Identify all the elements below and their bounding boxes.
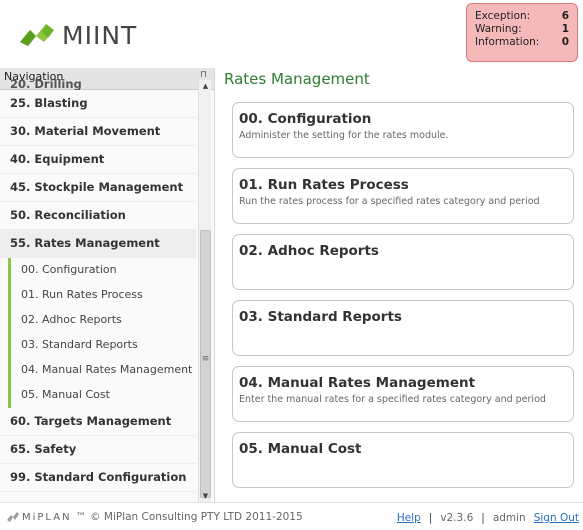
- nav-item-reconciliation[interactable]: 50. Reconciliation: [0, 202, 196, 230]
- information-count: 0: [561, 36, 569, 48]
- exception-count: 6: [561, 10, 569, 22]
- card-run-rates-process[interactable]: 01. Run Rates Process Run the rates proc…: [232, 168, 574, 224]
- warning-label: Warning:: [475, 23, 522, 35]
- nav-item-standard-configuration[interactable]: 99. Standard Configuration: [0, 464, 196, 492]
- navigation-scrollbar[interactable]: ▲ ≡ ▼: [198, 80, 211, 502]
- card-manual-cost[interactable]: 05. Manual Cost: [232, 432, 574, 488]
- card-title: 02. Adhoc Reports: [239, 243, 379, 259]
- card-description: Administer the setting for the rates mod…: [239, 130, 449, 141]
- nav-subitem-configuration[interactable]: 00. Configuration: [8, 258, 196, 283]
- footer-links: Help | v2.3.6 | admin Sign Out: [397, 512, 579, 524]
- help-link[interactable]: Help: [397, 512, 421, 524]
- card-standard-reports[interactable]: 03. Standard Reports: [232, 300, 574, 356]
- miplan-brand-text: MiPLAN: [22, 511, 72, 523]
- navigation-list: 25. Blasting 30. Material Movement 40. E…: [0, 90, 196, 492]
- warning-count: 1: [561, 23, 569, 35]
- nav-subitem-run-rates-process[interactable]: 01. Run Rates Process: [8, 283, 196, 308]
- nav-item-rates-management[interactable]: 55. Rates Management: [0, 230, 196, 258]
- scrollbar-thumb[interactable]: ≡: [200, 230, 211, 498]
- card-title: 03. Standard Reports: [239, 309, 402, 325]
- card-description: Run the rates process for a specified ra…: [239, 196, 540, 207]
- version-text: v2.3.6: [440, 512, 474, 524]
- username-text: admin: [492, 512, 526, 524]
- nav-subitem-manual-cost[interactable]: 05. Manual Cost: [8, 383, 196, 408]
- card-description: Enter the manual rates for a specified r…: [239, 394, 546, 405]
- nav-item-equipment[interactable]: 40. Equipment: [0, 146, 196, 174]
- card-title: 04. Manual Rates Management: [239, 375, 476, 391]
- main-content: Rates Management 00. Configuration Admin…: [222, 68, 583, 502]
- miint-logo-icon: [18, 20, 58, 50]
- card-title: 00. Configuration: [239, 111, 372, 127]
- scroll-up-arrow-icon[interactable]: ▲: [199, 80, 212, 92]
- card-configuration[interactable]: 00. Configuration Administer the setting…: [232, 102, 574, 158]
- sign-out-link[interactable]: Sign Out: [534, 512, 579, 524]
- page-title: Rates Management: [224, 70, 370, 88]
- exception-row: Exception: 6: [475, 10, 569, 23]
- nav-item-material-movement[interactable]: 30. Material Movement: [0, 118, 196, 146]
- exception-label: Exception:: [475, 10, 531, 22]
- navigation-header: Navigation ⊓ 20. Drilling: [0, 68, 214, 90]
- logo-text: MIINT: [62, 20, 138, 50]
- scroll-down-arrow-icon[interactable]: ▼: [199, 490, 212, 502]
- nav-subitem-manual-rates-management[interactable]: 04. Manual Rates Management: [8, 358, 196, 383]
- card-adhoc-reports[interactable]: 02. Adhoc Reports: [232, 234, 574, 290]
- warning-row: Warning: 1: [475, 23, 569, 36]
- miplan-footer-logo: MiPLAN ™ © MiPlan Consulting PTY LTD 201…: [6, 511, 303, 523]
- nav-subitem-adhoc-reports[interactable]: 02. Adhoc Reports: [8, 308, 196, 333]
- status-summary-box[interactable]: Exception: 6 Warning: 1 Information: 0: [466, 3, 578, 62]
- divider: |: [428, 512, 433, 524]
- trademark-symbol: ™: [75, 511, 87, 523]
- information-label: Information:: [475, 36, 540, 48]
- pin-icon[interactable]: ⊓: [200, 70, 207, 80]
- nav-item-safety[interactable]: 65. Safety: [0, 436, 196, 464]
- nav-item-blasting[interactable]: 25. Blasting: [0, 90, 196, 118]
- nav-item-drilling[interactable]: 20. Drilling: [10, 79, 82, 90]
- nav-item-targets-management[interactable]: 60. Targets Management: [0, 408, 196, 436]
- divider: |: [481, 512, 485, 524]
- copyright-text: © MiPlan Consulting PTY LTD 2011-2015: [90, 511, 303, 523]
- app-header: MIINT Exception: 6 Warning: 1 Informatio…: [0, 0, 583, 68]
- nav-subitem-standard-reports[interactable]: 03. Standard Reports: [8, 333, 196, 358]
- navigation-panel: Navigation ⊓ 20. Drilling 25. Blasting 3…: [0, 68, 215, 502]
- card-title: 05. Manual Cost: [239, 441, 362, 457]
- miplan-logo-icon: [6, 511, 20, 523]
- grip-icon: ≡: [201, 354, 210, 364]
- information-row: Information: 0: [475, 36, 569, 49]
- nav-item-stockpile-management[interactable]: 45. Stockpile Management: [0, 174, 196, 202]
- card-title: 01. Run Rates Process: [239, 177, 409, 193]
- card-manual-rates-management[interactable]: 04. Manual Rates Management Enter the ma…: [232, 366, 574, 422]
- app-footer: MiPLAN ™ © MiPlan Consulting PTY LTD 201…: [0, 502, 583, 530]
- miint-logo[interactable]: MIINT: [18, 20, 137, 50]
